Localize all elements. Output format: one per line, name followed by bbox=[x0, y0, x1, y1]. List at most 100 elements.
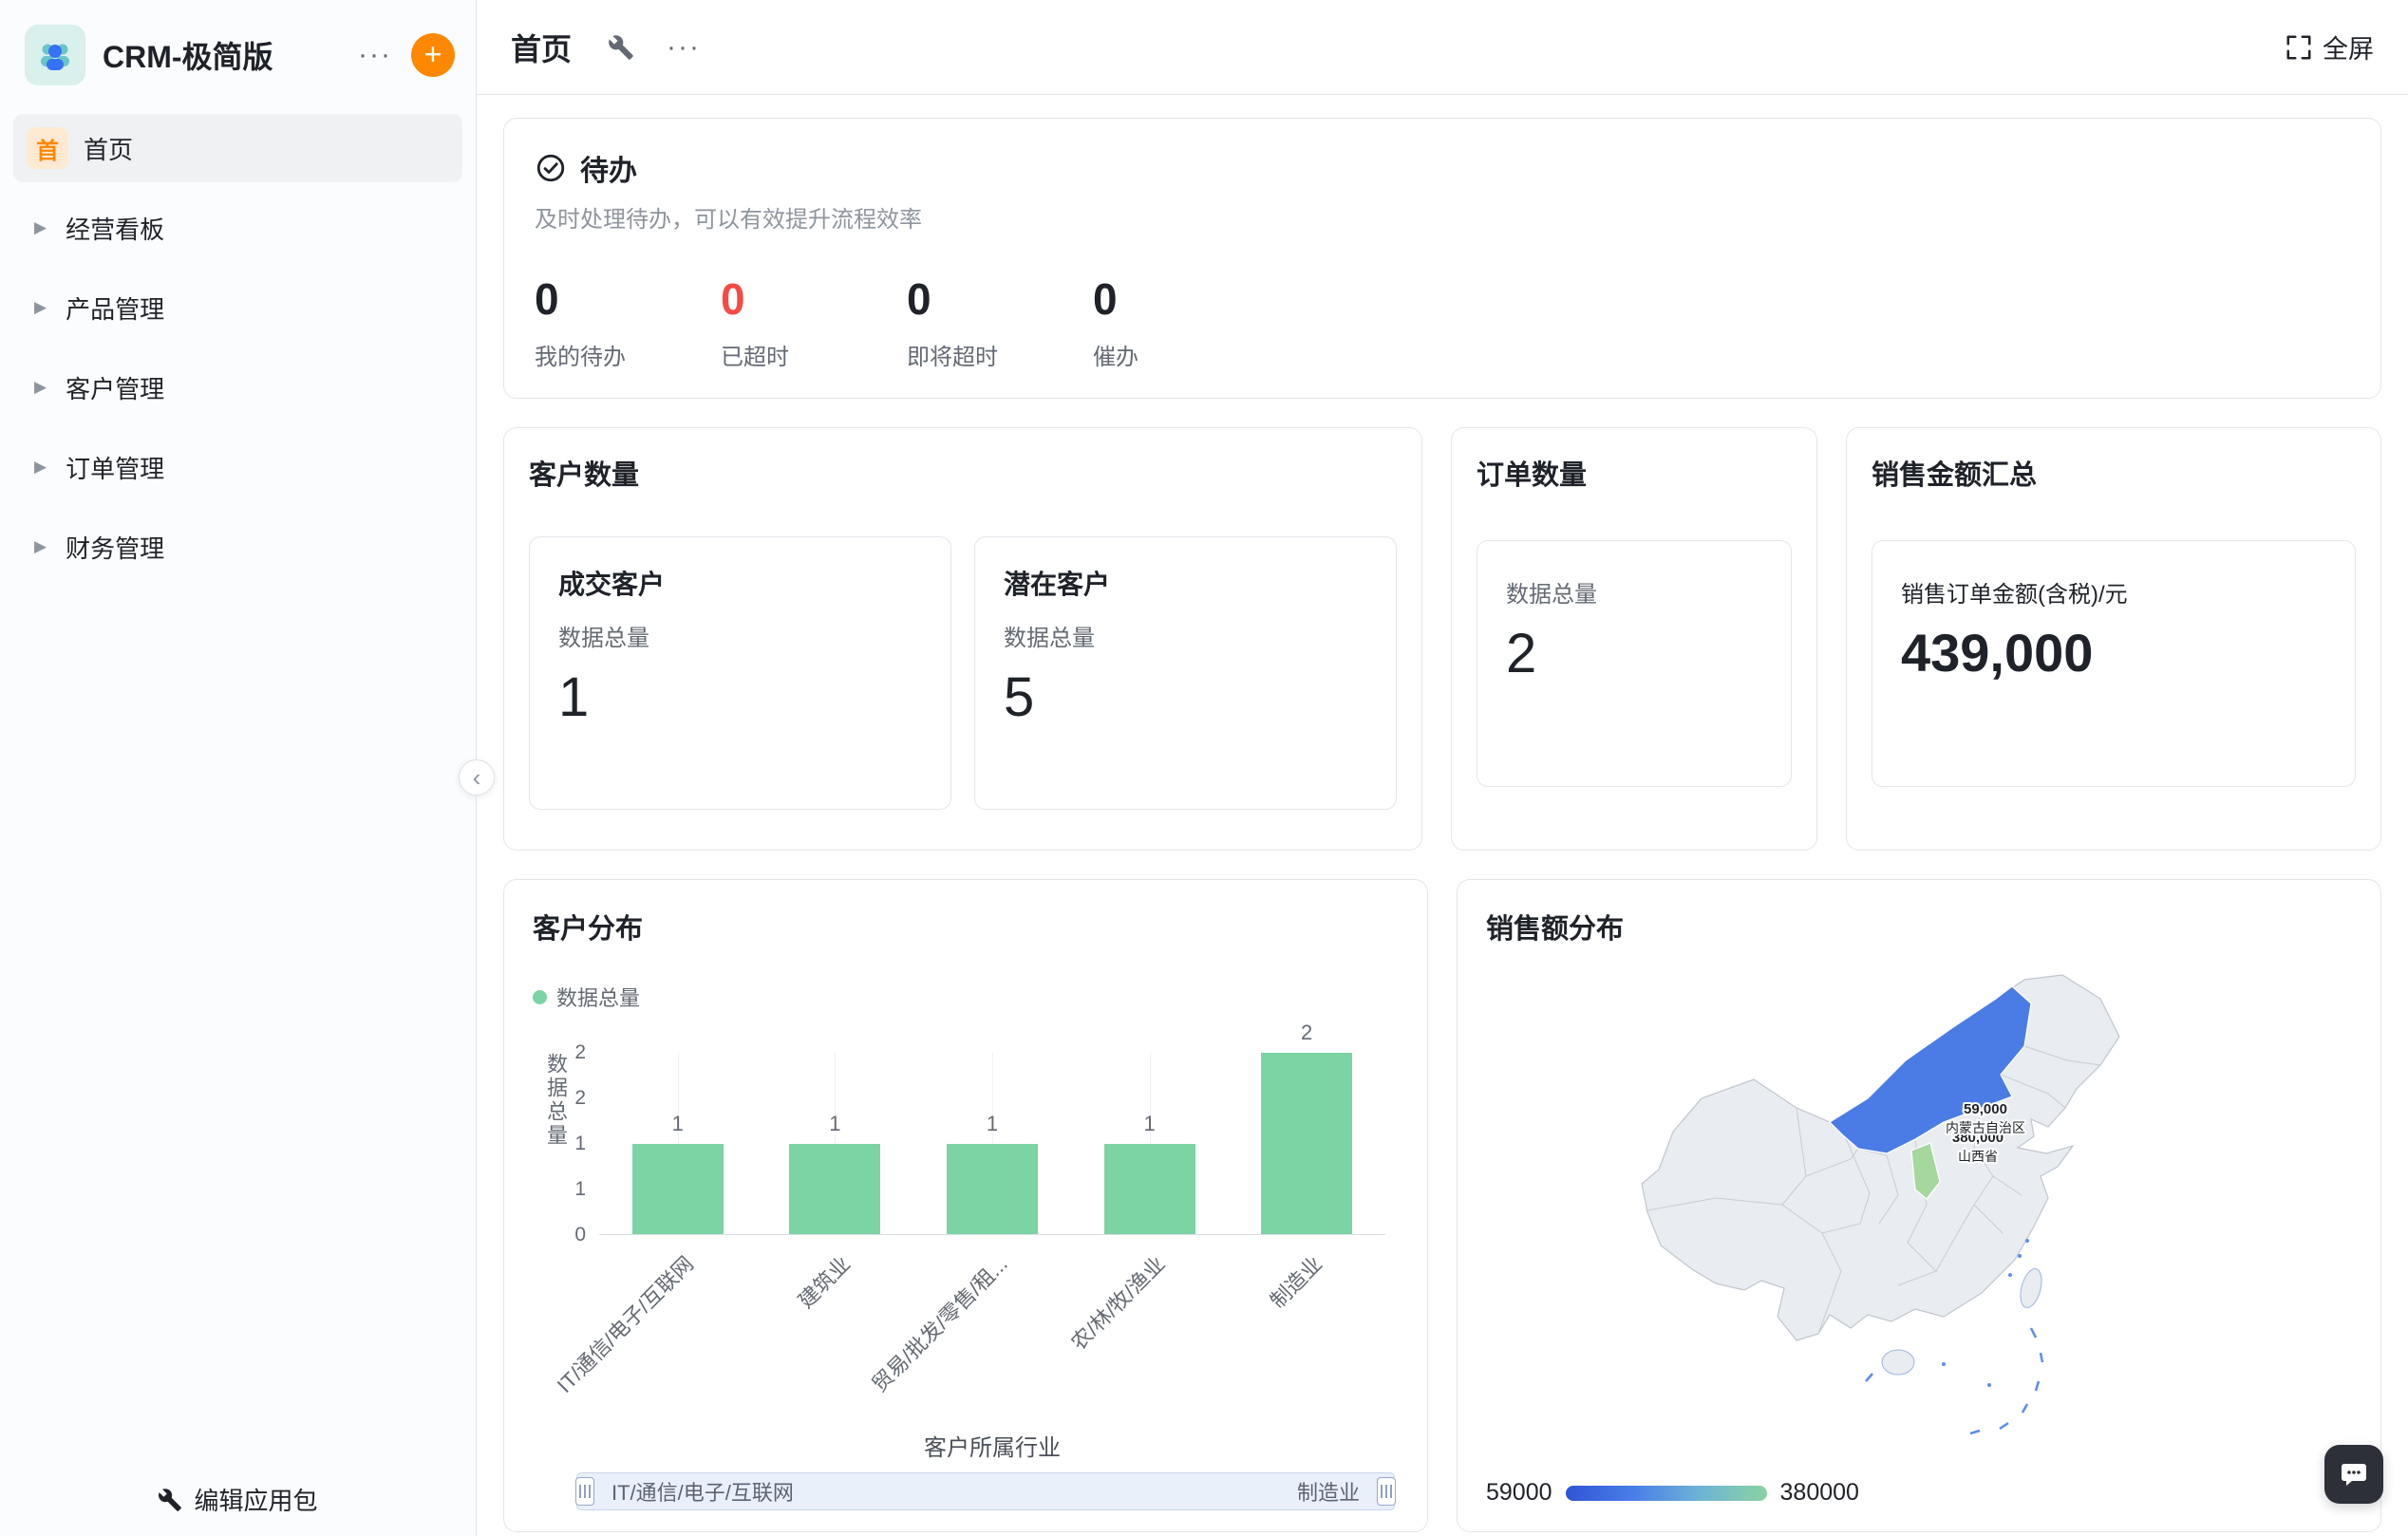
legend-label: 数据总量 bbox=[556, 982, 640, 1012]
bar-0[interactable]: 1 bbox=[632, 1144, 724, 1235]
menu-label: 客户管理 bbox=[66, 370, 164, 405]
bar-slot: 1 bbox=[599, 1053, 757, 1234]
datazoom-left-handle[interactable] bbox=[575, 1477, 594, 1506]
bar-slot: 1 bbox=[757, 1053, 914, 1234]
bar-2[interactable]: 1 bbox=[947, 1144, 1038, 1235]
sidebar-item-home[interactable]: 首 首页 bbox=[13, 114, 462, 182]
x-axis-label: 建筑业 bbox=[791, 1248, 856, 1314]
app-more-button[interactable]: ··· bbox=[347, 39, 404, 71]
datazoom-start-label: IT/通信/电子/互联网 bbox=[611, 1476, 794, 1507]
datazoom-slider[interactable]: IT/通信/电子/互联网 制造业 bbox=[576, 1472, 1395, 1510]
stat-label: 我的待办 bbox=[535, 338, 721, 371]
sidebar-item-finance-management[interactable]: ▶ 财务管理 bbox=[13, 513, 462, 581]
caret-right-icon: ▶ bbox=[34, 218, 47, 237]
legend-dot bbox=[533, 990, 547, 1004]
legend-min-value: 59000 bbox=[1486, 1479, 1552, 1507]
map-mainland[interactable] bbox=[1642, 975, 2119, 1340]
check-circle-icon bbox=[535, 152, 567, 184]
app-avatar[interactable] bbox=[25, 25, 85, 85]
metric-value: 5 bbox=[1004, 665, 1367, 729]
sidebar: CRM-极简版 ··· + 首 首页 ▶ 经营看板 ▶ 产品管理 ▶ 客户管理 … bbox=[0, 0, 477, 1536]
caret-right-icon: ▶ bbox=[34, 298, 47, 317]
bar-3[interactable]: 1 bbox=[1104, 1144, 1195, 1235]
inner-card-title: 成交客户 bbox=[558, 564, 922, 602]
stat-value: 0 bbox=[907, 273, 1093, 325]
page-edit-button[interactable] bbox=[608, 34, 634, 61]
order-count-box[interactable]: 数据总量 2 bbox=[1477, 540, 1792, 787]
page-title: 首页 bbox=[511, 26, 572, 69]
map-taiwan[interactable] bbox=[2017, 1266, 2045, 1310]
sidebar-item-customer-management[interactable]: ▶ 客户管理 bbox=[13, 353, 462, 421]
home-icon: 首 bbox=[27, 127, 68, 169]
fullscreen-icon bbox=[2285, 33, 2313, 62]
x-axis-label: 贸易/批发/零售/租... bbox=[864, 1248, 1013, 1397]
x-axis-label: 制造业 bbox=[1263, 1248, 1328, 1314]
y-axis-tick: 1 bbox=[574, 1133, 586, 1155]
dashboard-content: 待办 及时处理待办，可以有效提升流程效率 0 我的待办 0 已超时 0 即将超时… bbox=[477, 95, 2408, 1536]
menu-label: 订单管理 bbox=[66, 450, 164, 485]
chart-legend[interactable]: 数据总量 bbox=[533, 984, 1401, 1009]
y-axis-tick: 0 bbox=[574, 1224, 586, 1246]
bar-4[interactable]: 2 bbox=[1261, 1053, 1352, 1234]
sidebar-collapse-button[interactable]: ‹ bbox=[459, 759, 495, 796]
y-axis-tick: 2 bbox=[574, 1041, 586, 1064]
order-count-card: 订单数量 数据总量 2 bbox=[1451, 427, 1817, 851]
page-more-button[interactable]: ··· bbox=[667, 31, 701, 64]
app-add-button[interactable]: + bbox=[411, 33, 455, 77]
china-map[interactable]: 380,000 59,000 内蒙古自治区 山西省 bbox=[1602, 956, 2229, 1450]
bar-value-label: 1 bbox=[1143, 1112, 1155, 1136]
card-title: 客户分布 bbox=[533, 907, 1401, 946]
x-axis-label: 农/林/牧/渔业 bbox=[1063, 1248, 1171, 1356]
menu-label: 经营看板 bbox=[66, 211, 164, 246]
edit-app-package-button[interactable]: 编辑应用包 bbox=[0, 1470, 476, 1528]
todo-card: 待办 及时处理待办，可以有效提升流程效率 0 我的待办 0 已超时 0 即将超时… bbox=[503, 118, 2381, 399]
card-title: 销售金额汇总 bbox=[1872, 453, 2356, 493]
sales-distribution-card: 销售额分布 bbox=[1457, 879, 2381, 1532]
caret-right-icon: ▶ bbox=[34, 458, 47, 477]
main-area: 首页 ··· 全屏 待办 及时处理待办，可以有效提升流程效率 bbox=[477, 0, 2408, 1536]
x-axis-labels: IT/通信/电子/互联网建筑业贸易/批发/零售/租...农/林/牧/渔业制造业 bbox=[599, 1235, 1385, 1425]
sales-total-box[interactable]: 销售订单金额(含税)/元 439,000 bbox=[1872, 540, 2356, 787]
stat-value: 0 bbox=[535, 273, 721, 325]
todo-stat-urge[interactable]: 0 催办 bbox=[1093, 273, 1279, 371]
potential-customers-card[interactable]: 潜在客户 数据总量 5 bbox=[974, 536, 1397, 810]
map-gradient-bar[interactable] bbox=[1566, 1486, 1767, 1501]
map-hainan[interactable] bbox=[1882, 1350, 1914, 1375]
stat-label: 即将超时 bbox=[907, 338, 1093, 371]
sidebar-item-business-board[interactable]: ▶ 经营看板 bbox=[13, 194, 462, 262]
app-header: CRM-极简版 ··· + bbox=[0, 0, 476, 95]
stat-label: 已超时 bbox=[721, 338, 907, 371]
sidebar-item-order-management[interactable]: ▶ 订单管理 bbox=[13, 433, 462, 501]
sidebar-menu: 首 首页 ▶ 经营看板 ▶ 产品管理 ▶ 客户管理 ▶ 订单管理 ▶ 财务管理 bbox=[0, 114, 476, 592]
todo-title: 待办 bbox=[580, 147, 637, 189]
metric-label: 数据总量 bbox=[1506, 575, 1762, 609]
bar-value-label: 1 bbox=[829, 1112, 840, 1136]
fullscreen-label: 全屏 bbox=[2323, 28, 2374, 66]
bar-slot: 1 bbox=[913, 1053, 1071, 1234]
card-title: 订单数量 bbox=[1477, 453, 1792, 493]
menu-label: 首页 bbox=[84, 131, 133, 166]
metric-label: 数据总量 bbox=[1004, 619, 1367, 652]
datazoom-right-handle[interactable] bbox=[1377, 1477, 1396, 1506]
todo-stat-overdue[interactable]: 0 已超时 bbox=[721, 273, 907, 371]
metric-value: 1 bbox=[558, 665, 922, 729]
metric-value: 2 bbox=[1506, 622, 1762, 685]
bar-slot: 1 bbox=[1071, 1053, 1229, 1234]
bar-chart-plot: 11112 bbox=[599, 1053, 1385, 1235]
sales-total-card: 销售金额汇总 销售订单金额(含税)/元 439,000 bbox=[1846, 427, 2381, 851]
x-axis-label: IT/通信/电子/互联网 bbox=[549, 1248, 699, 1398]
sidebar-item-product-management[interactable]: ▶ 产品管理 bbox=[13, 273, 462, 342]
bar-1[interactable]: 1 bbox=[789, 1144, 880, 1235]
stat-value: 0 bbox=[1093, 273, 1279, 325]
chat-button[interactable] bbox=[2324, 1445, 2383, 1504]
closed-customers-card[interactable]: 成交客户 数据总量 1 bbox=[529, 536, 951, 810]
legend-max-value: 380000 bbox=[1780, 1479, 1859, 1507]
contacts-icon bbox=[36, 36, 74, 74]
todo-subtitle: 及时处理待办，可以有效提升流程效率 bbox=[535, 200, 2350, 234]
todo-stat-due-soon[interactable]: 0 即将超时 bbox=[907, 273, 1093, 371]
todo-stat-mine[interactable]: 0 我的待办 bbox=[535, 273, 721, 371]
menu-label: 财务管理 bbox=[66, 530, 164, 565]
y-axis-ticks: 01122 bbox=[533, 1053, 586, 1235]
map-label-neimenggu-name: 内蒙古自治区 bbox=[1946, 1120, 2025, 1135]
fullscreen-button[interactable]: 全屏 bbox=[2285, 28, 2374, 66]
